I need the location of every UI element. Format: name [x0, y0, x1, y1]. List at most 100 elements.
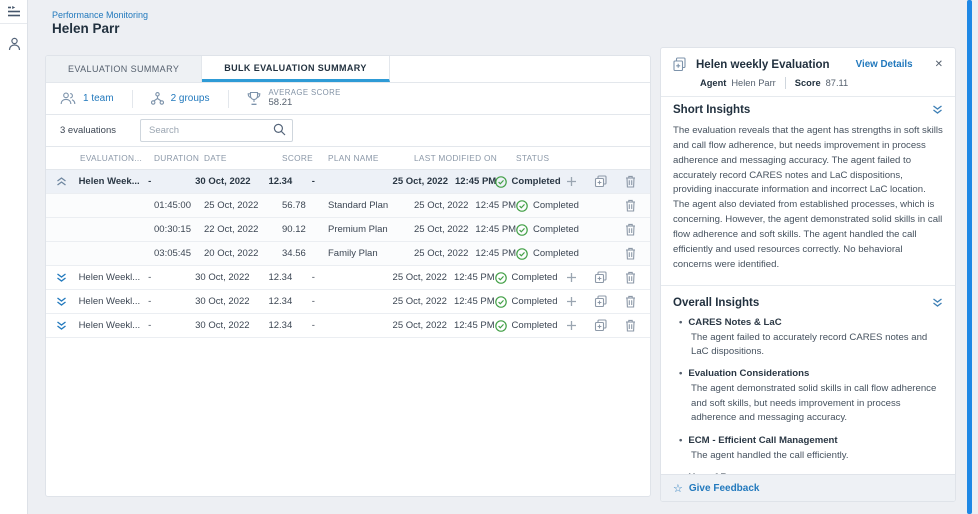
table-row[interactable]: Helen Weekl... - 30 Oct, 2022 12.34 - 25…	[46, 290, 650, 314]
tab-bar: EVALUATION SUMMARY BULK EVALUATION SUMMA…	[46, 56, 650, 83]
expand-row-icon	[56, 273, 67, 283]
duration-cell: 03:05:45	[154, 248, 204, 259]
groups-stat[interactable]: 2 groups	[151, 92, 228, 105]
table-row[interactable]: 00:30:15 22 Oct, 2022 90.12 Premium Plan…	[46, 218, 650, 242]
add-icon[interactable]	[566, 176, 577, 187]
add-icon[interactable]	[566, 320, 577, 331]
column-header[interactable]: EVALUATION...	[80, 153, 154, 163]
status-cell: Completed	[495, 272, 566, 284]
row-actions	[566, 319, 650, 332]
score-label: Score	[795, 78, 821, 88]
status-completed-icon	[516, 200, 528, 212]
delete-icon[interactable]	[625, 199, 636, 212]
tab-bulk-evaluation-summary[interactable]: BULK EVALUATION SUMMARY	[202, 56, 390, 82]
column-header[interactable]: SCORE	[282, 153, 328, 163]
last-modified-cell: 25 Oct, 202212:45 PM	[393, 272, 495, 283]
team-icon	[60, 92, 76, 105]
evaluation-name-cell: Helen Weekl...	[79, 320, 149, 331]
plan-name-cell: -	[312, 296, 393, 307]
duplicate-icon[interactable]	[594, 319, 608, 332]
duration-cell: -	[148, 296, 195, 307]
table-row[interactable]: Helen Week... - 30 Oct, 2022 12.34 - 25 …	[46, 170, 650, 194]
table-row[interactable]: 03:05:45 20 Oct, 2022 34.56 Family Plan …	[46, 242, 650, 266]
row-actions	[566, 175, 650, 188]
row-expander[interactable]	[56, 297, 79, 307]
agent-label: Agent	[700, 78, 726, 88]
page-title: Helen Parr	[52, 21, 120, 36]
view-details-link[interactable]: View Details	[856, 59, 913, 70]
table-controls: 3 evaluations	[46, 115, 650, 146]
column-header[interactable]: LAST MODIFIED ON	[414, 153, 516, 163]
search-input[interactable]	[140, 119, 293, 142]
date-cell: 20 Oct, 2022	[204, 248, 282, 259]
duration-cell: 01:45:00	[154, 200, 204, 211]
duplicate-icon[interactable]	[594, 271, 608, 284]
user-profile-icon[interactable]	[0, 32, 28, 56]
left-nav-rail	[0, 0, 28, 514]
expand-row-icon	[56, 297, 67, 307]
breadcrumb[interactable]: Performance Monitoring	[52, 10, 148, 20]
delete-icon[interactable]	[625, 295, 636, 308]
search-icon[interactable]	[273, 123, 286, 141]
bullet-icon: •	[679, 435, 682, 446]
plan-name-cell: Premium Plan	[328, 224, 414, 235]
row-actions	[566, 271, 650, 284]
last-modified-cell: 25 Oct, 202212:45 PM	[414, 200, 516, 211]
plan-name-cell: Standard Plan	[328, 200, 414, 211]
give-feedback-button[interactable]: ☆ Give Feedback	[661, 474, 955, 501]
score-value: 87.11	[826, 78, 849, 88]
duration-cell: -	[148, 272, 195, 283]
team-stat-label: 1 team	[83, 93, 114, 104]
delete-icon[interactable]	[625, 271, 636, 284]
stats-bar: 1 team 2 groups AVERAGE SCORE 58	[46, 83, 650, 115]
duplicate-icon[interactable]	[594, 295, 608, 308]
overall-insights-title: Overall Insights	[673, 297, 759, 309]
status-label: Completed	[533, 200, 579, 211]
insight-item-title: CARES Notes & LaC	[688, 317, 781, 328]
table-row[interactable]: 01:45:00 25 Oct, 2022 56.78 Standard Pla…	[46, 194, 650, 218]
delete-icon[interactable]	[625, 247, 636, 260]
delete-icon[interactable]	[625, 223, 636, 236]
status-cell: Completed	[516, 248, 592, 260]
plan-name-cell: -	[312, 176, 393, 187]
bullet-icon: •	[679, 317, 682, 328]
status-completed-icon	[495, 296, 507, 308]
column-header[interactable]: STATUS	[516, 153, 592, 163]
row-expander[interactable]	[56, 177, 79, 187]
row-expander[interactable]	[56, 321, 79, 331]
table-header-row: EVALUATION...DURATIONDATESCOREPLAN NAMEL…	[46, 146, 650, 170]
status-cell: Completed	[495, 296, 566, 308]
date-cell: 30 Oct, 2022	[195, 320, 268, 331]
expand-menu-icon[interactable]	[0, 0, 27, 24]
close-icon[interactable]: ✕	[935, 59, 943, 70]
divider	[228, 90, 229, 108]
overall-insights-section: Overall Insights •CARES Notes & LaC The …	[661, 288, 955, 474]
star-icon: ☆	[673, 482, 683, 495]
row-expander[interactable]	[56, 273, 79, 283]
table-row[interactable]: Helen Weekl... - 30 Oct, 2022 12.34 - 25…	[46, 314, 650, 338]
last-modified-cell: 25 Oct, 202212:45 PM	[393, 296, 495, 307]
date-cell: 30 Oct, 2022	[195, 296, 268, 307]
date-cell: 30 Oct, 2022	[195, 272, 268, 283]
duplicate-icon[interactable]	[594, 175, 608, 188]
collapse-row-icon	[56, 177, 67, 187]
add-icon[interactable]	[566, 296, 577, 307]
table-row[interactable]: Helen Weekl... - 30 Oct, 2022 12.34 - 25…	[46, 266, 650, 290]
delete-icon[interactable]	[625, 319, 636, 332]
column-header[interactable]: DURATION	[154, 153, 204, 163]
duplicate-document-icon	[673, 57, 688, 72]
tab-evaluation-summary[interactable]: EVALUATION SUMMARY	[46, 56, 202, 82]
team-stat[interactable]: 1 team	[60, 92, 132, 105]
delete-icon[interactable]	[625, 175, 636, 188]
last-modified-cell: 25 Oct, 202212:45 PM	[393, 320, 495, 331]
date-cell: 22 Oct, 2022	[204, 224, 282, 235]
evaluation-name-cell: Helen Weekl...	[79, 272, 149, 283]
score-cell: 12.34	[268, 176, 311, 187]
collapse-section-icon[interactable]	[932, 298, 943, 308]
column-header[interactable]: PLAN NAME	[328, 153, 414, 163]
collapse-section-icon[interactable]	[932, 105, 943, 115]
status-cell: Completed	[495, 176, 566, 188]
add-icon[interactable]	[566, 272, 577, 283]
column-header[interactable]: DATE	[204, 153, 282, 163]
window-scrollbar[interactable]	[967, 0, 972, 514]
